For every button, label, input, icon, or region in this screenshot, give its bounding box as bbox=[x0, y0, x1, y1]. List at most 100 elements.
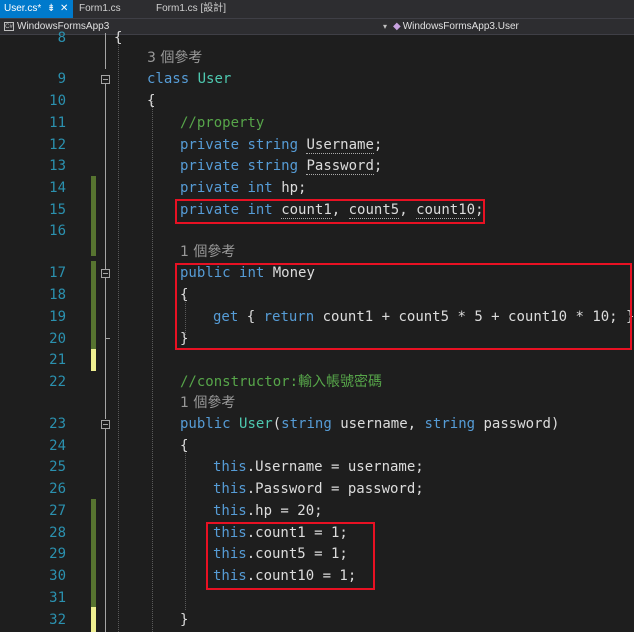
line-number: 26 bbox=[49, 481, 66, 497]
code-text: .hp = 20; bbox=[246, 503, 323, 519]
class-icon: ◆ bbox=[393, 21, 401, 32]
keyword: this bbox=[213, 459, 247, 475]
line-number: 29 bbox=[49, 546, 66, 562]
change-indicator-unsaved bbox=[91, 349, 96, 371]
code-editor[interactable]: 8 9 10 11 12 13 14 15 16 17 18 19 20 21 … bbox=[0, 30, 634, 632]
field-name: hp bbox=[281, 180, 299, 196]
code-line: class User bbox=[147, 70, 231, 88]
tab-form1-design-label: Form1.cs [設計] bbox=[156, 3, 227, 14]
parameter: username bbox=[340, 416, 408, 432]
code-line: { bbox=[180, 437, 188, 455]
tab-user-cs[interactable]: User.cs* ⇟ ✕ bbox=[0, 0, 73, 18]
member-name: WindowsFormsApp3.User bbox=[402, 21, 519, 32]
code-line: private string Password; bbox=[180, 158, 383, 175]
line-number: 23 bbox=[49, 416, 66, 432]
code-line: { bbox=[147, 92, 155, 110]
outline-line bbox=[105, 33, 106, 69]
line-number: 32 bbox=[49, 612, 66, 628]
field-name: Username bbox=[306, 137, 374, 154]
code-line: this.hp = 20; bbox=[213, 502, 323, 520]
line-number: 11 bbox=[49, 115, 66, 131]
keyword: private bbox=[180, 180, 240, 196]
code-line: private int hp; bbox=[180, 180, 307, 196]
line-number: 18 bbox=[49, 287, 66, 303]
chevron-down-icon: ▾ bbox=[383, 22, 388, 31]
code-line: this.Password = password; bbox=[213, 480, 424, 498]
keyword: string bbox=[247, 137, 299, 153]
highlight-box-count-init bbox=[206, 522, 375, 590]
line-number: 14 bbox=[49, 180, 66, 196]
tab-user-cs-label: User.cs* bbox=[4, 3, 42, 14]
code-comment: //constructor:輸入帳號密碼 bbox=[180, 374, 383, 390]
code-comment: //property bbox=[180, 115, 265, 131]
keyword: string bbox=[424, 416, 476, 432]
line-number: 31 bbox=[49, 590, 66, 606]
change-indicator bbox=[91, 261, 96, 349]
tab-form1-cs-label: Form1.cs bbox=[79, 3, 121, 14]
line-number: 22 bbox=[49, 374, 66, 390]
keyword: public bbox=[180, 416, 231, 432]
parameter: password bbox=[483, 416, 551, 432]
line-number: 20 bbox=[49, 331, 66, 347]
brace: } bbox=[180, 612, 189, 628]
keyword: string bbox=[281, 416, 332, 432]
brace: { bbox=[180, 438, 189, 454]
change-indicator-unsaved bbox=[91, 607, 96, 632]
line-number: 17 bbox=[49, 265, 66, 281]
outline-line bbox=[105, 339, 106, 419]
line-number: 10 bbox=[49, 93, 66, 109]
collapse-icon[interactable] bbox=[101, 75, 110, 84]
code-line: } bbox=[180, 611, 188, 629]
line-number: 16 bbox=[49, 223, 66, 239]
indent-guide bbox=[185, 450, 186, 610]
line-number: 13 bbox=[49, 158, 66, 174]
code-line: this.Username = username; bbox=[213, 458, 424, 476]
line-number: 24 bbox=[49, 438, 66, 454]
codelens-references[interactable]: 1 個參考 bbox=[180, 394, 235, 412]
document-tab-strip: User.cs* ⇟ ✕ Form1.cs Form1.cs [設計] bbox=[0, 0, 634, 18]
keyword: this bbox=[213, 481, 247, 497]
line-number: 25 bbox=[49, 459, 66, 475]
code-text: .Password = password; bbox=[246, 481, 424, 497]
brace: { bbox=[147, 93, 156, 109]
code-line: { bbox=[114, 29, 122, 47]
keyword: this bbox=[213, 503, 247, 519]
line-number: 15 bbox=[49, 202, 66, 218]
line-number: 8 bbox=[57, 30, 66, 46]
keyword: string bbox=[247, 158, 299, 174]
close-icon[interactable]: ✕ bbox=[60, 0, 68, 18]
pin-icon[interactable]: ⇟ bbox=[47, 0, 55, 18]
keyword: int bbox=[247, 180, 273, 196]
brace: { bbox=[114, 30, 123, 46]
line-number: 21 bbox=[49, 352, 66, 368]
change-indicator bbox=[91, 499, 96, 607]
type-name: User bbox=[197, 71, 232, 87]
highlight-box-money-property bbox=[175, 263, 632, 350]
line-number: 19 bbox=[49, 309, 66, 325]
member-dropdown[interactable]: ▾ ◆ WindowsFormsApp3.User bbox=[383, 19, 519, 34]
line-number: 9 bbox=[57, 71, 66, 87]
code-line: private string Username; bbox=[180, 137, 383, 154]
navigation-bar: C# WindowsFormsApp3 ▾ ◆ WindowsFormsApp3.Us… bbox=[0, 18, 634, 35]
indent-guide bbox=[118, 39, 119, 632]
field-name: Password bbox=[306, 158, 374, 175]
keyword: class bbox=[147, 71, 190, 87]
tab-form1-cs[interactable]: Form1.cs bbox=[79, 0, 121, 18]
indent-guide bbox=[152, 101, 153, 632]
keyword: private bbox=[180, 158, 240, 174]
line-number: 12 bbox=[49, 137, 66, 153]
code-text: .Username = username; bbox=[246, 459, 424, 475]
line-number: 27 bbox=[49, 503, 66, 519]
tab-form1-design[interactable]: Form1.cs [設計] bbox=[156, 0, 226, 18]
code-line: public User(string username, string pass… bbox=[180, 416, 560, 432]
codelens-references[interactable]: 3 個參考 bbox=[147, 49, 202, 67]
change-indicator bbox=[91, 176, 96, 256]
outline-line bbox=[105, 429, 106, 632]
collapse-icon[interactable] bbox=[101, 420, 110, 429]
keyword: private bbox=[180, 137, 240, 153]
collapse-icon[interactable] bbox=[101, 269, 110, 278]
line-number: 30 bbox=[49, 568, 66, 584]
outline-line bbox=[105, 278, 106, 338]
codelens-references[interactable]: 1 個參考 bbox=[180, 243, 235, 261]
highlight-box-fields bbox=[175, 199, 485, 224]
